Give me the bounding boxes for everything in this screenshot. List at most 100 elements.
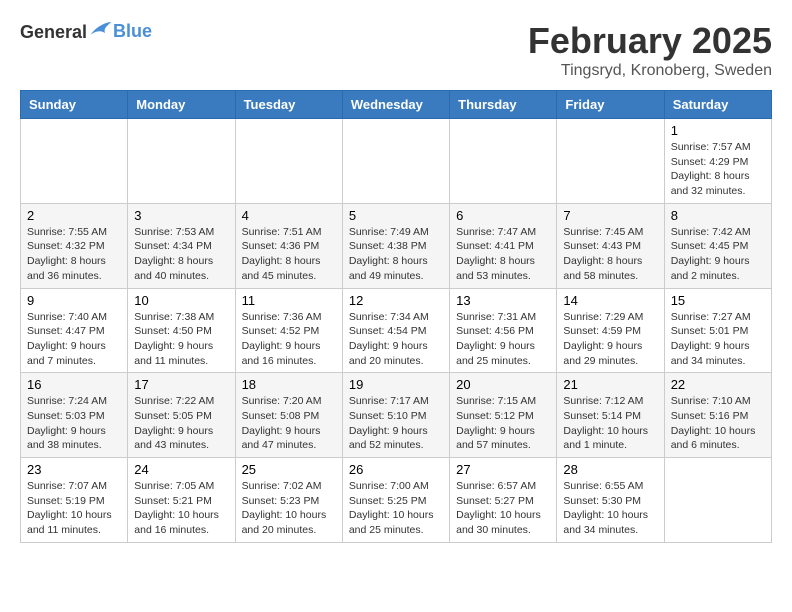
day-info: Sunrise: 7:02 AM Sunset: 5:23 PM Dayligh…	[242, 479, 336, 538]
day-cell: 10 Sunrise: 7:38 AM Sunset: 4:50 PM Dayli…	[128, 288, 235, 373]
day-number: 25	[242, 462, 336, 477]
logo-text: General	[20, 20, 113, 43]
week-row-4: 23 Sunrise: 7:07 AM Sunset: 5:19 PM Dayli…	[21, 458, 772, 543]
day-info: Sunrise: 7:27 AM Sunset: 5:01 PM Dayligh…	[671, 310, 765, 369]
day-cell	[21, 119, 128, 204]
week-row-1: 2 Sunrise: 7:55 AM Sunset: 4:32 PM Daylig…	[21, 203, 772, 288]
day-number: 26	[349, 462, 443, 477]
week-row-3: 16Sunrise: 7:24 AM Sunset: 5:03 PM Dayli…	[21, 373, 772, 458]
day-number: 4	[242, 208, 336, 223]
day-number: 19	[349, 377, 443, 392]
day-number: 14	[563, 293, 657, 308]
logo: General Blue	[20, 20, 152, 43]
day-cell	[664, 458, 771, 543]
day-info: Sunrise: 7:42 AM Sunset: 4:45 PM Dayligh…	[671, 225, 765, 284]
day-cell: 23 Sunrise: 7:07 AM Sunset: 5:19 PM Dayli…	[21, 458, 128, 543]
day-info: Sunrise: 7:12 AM Sunset: 5:14 PM Dayligh…	[563, 394, 657, 453]
day-info: Sunrise: 7:00 AM Sunset: 5:25 PM Dayligh…	[349, 479, 443, 538]
day-number: 1	[671, 123, 765, 138]
header-wednesday: Wednesday	[342, 91, 449, 119]
day-number: 20	[456, 377, 550, 392]
day-info: Sunrise: 7:55 AM Sunset: 4:32 PM Dayligh…	[27, 225, 121, 284]
day-number: 7	[563, 208, 657, 223]
day-number: 9	[27, 293, 121, 308]
day-info: Sunrise: 7:07 AM Sunset: 5:19 PM Dayligh…	[27, 479, 121, 538]
day-cell: 27 Sunrise: 6:57 AM Sunset: 5:27 PM Dayli…	[450, 458, 557, 543]
day-cell	[128, 119, 235, 204]
day-cell: 18 Sunrise: 7:20 AM Sunset: 5:08 PM Dayli…	[235, 373, 342, 458]
day-cell: 14 Sunrise: 7:29 AM Sunset: 4:59 PM Dayli…	[557, 288, 664, 373]
day-number: 5	[349, 208, 443, 223]
day-number: 28	[563, 462, 657, 477]
day-info: Sunrise: 7:34 AM Sunset: 4:54 PM Dayligh…	[349, 310, 443, 369]
header-tuesday: Tuesday	[235, 91, 342, 119]
header-monday: Monday	[128, 91, 235, 119]
day-number: 10	[134, 293, 228, 308]
day-info: Sunrise: 7:22 AM Sunset: 5:05 PM Dayligh…	[134, 394, 228, 453]
day-info: Sunrise: 7:38 AM Sunset: 4:50 PM Dayligh…	[134, 310, 228, 369]
day-cell	[342, 119, 449, 204]
day-number: 12	[349, 293, 443, 308]
logo-general: General	[20, 22, 87, 42]
day-number: 13	[456, 293, 550, 308]
header-saturday: Saturday	[664, 91, 771, 119]
day-cell: 28 Sunrise: 6:55 AM Sunset: 5:30 PM Dayli…	[557, 458, 664, 543]
day-number: 22	[671, 377, 765, 392]
day-info: Sunrise: 7:53 AM Sunset: 4:34 PM Dayligh…	[134, 225, 228, 284]
day-cell: 16Sunrise: 7:24 AM Sunset: 5:03 PM Dayli…	[21, 373, 128, 458]
calendar-table: SundayMondayTuesdayWednesdayThursdayFrid…	[20, 90, 772, 543]
day-cell: 15 Sunrise: 7:27 AM Sunset: 5:01 PM Dayli…	[664, 288, 771, 373]
day-info: Sunrise: 7:05 AM Sunset: 5:21 PM Dayligh…	[134, 479, 228, 538]
day-info: Sunrise: 6:55 AM Sunset: 5:30 PM Dayligh…	[563, 479, 657, 538]
header-friday: Friday	[557, 91, 664, 119]
day-number: 15	[671, 293, 765, 308]
day-cell: 6 Sunrise: 7:47 AM Sunset: 4:41 PM Daylig…	[450, 203, 557, 288]
day-number: 21	[563, 377, 657, 392]
day-info: Sunrise: 7:47 AM Sunset: 4:41 PM Dayligh…	[456, 225, 550, 284]
day-cell: 19 Sunrise: 7:17 AM Sunset: 5:10 PM Dayli…	[342, 373, 449, 458]
header-thursday: Thursday	[450, 91, 557, 119]
day-cell: 1Sunrise: 7:57 AM Sunset: 4:29 PM Daylig…	[664, 119, 771, 204]
day-number: 3	[134, 208, 228, 223]
day-cell: 22 Sunrise: 7:10 AM Sunset: 5:16 PM Dayli…	[664, 373, 771, 458]
day-number: 17	[134, 377, 228, 392]
day-cell: 7 Sunrise: 7:45 AM Sunset: 4:43 PM Daylig…	[557, 203, 664, 288]
title-section: February 2025 Tingsryd, Kronoberg, Swede…	[528, 20, 772, 80]
day-info: Sunrise: 7:45 AM Sunset: 4:43 PM Dayligh…	[563, 225, 657, 284]
day-number: 24	[134, 462, 228, 477]
day-number: 11	[242, 293, 336, 308]
day-number: 16	[27, 377, 121, 392]
day-info: Sunrise: 7:10 AM Sunset: 5:16 PM Dayligh…	[671, 394, 765, 453]
day-cell: 24 Sunrise: 7:05 AM Sunset: 5:21 PM Dayli…	[128, 458, 235, 543]
day-info: Sunrise: 7:49 AM Sunset: 4:38 PM Dayligh…	[349, 225, 443, 284]
location-title: Tingsryd, Kronoberg, Sweden	[528, 62, 772, 80]
day-cell: 20Sunrise: 7:15 AM Sunset: 5:12 PM Dayli…	[450, 373, 557, 458]
day-cell: 9 Sunrise: 7:40 AM Sunset: 4:47 PM Daylig…	[21, 288, 128, 373]
day-number: 18	[242, 377, 336, 392]
day-cell	[450, 119, 557, 204]
day-info: Sunrise: 7:29 AM Sunset: 4:59 PM Dayligh…	[563, 310, 657, 369]
day-info: Sunrise: 7:40 AM Sunset: 4:47 PM Dayligh…	[27, 310, 121, 369]
day-number: 23	[27, 462, 121, 477]
day-number: 6	[456, 208, 550, 223]
header-sunday: Sunday	[21, 91, 128, 119]
day-cell: 12 Sunrise: 7:34 AM Sunset: 4:54 PM Dayli…	[342, 288, 449, 373]
day-number: 27	[456, 462, 550, 477]
day-info: Sunrise: 7:31 AM Sunset: 4:56 PM Dayligh…	[456, 310, 550, 369]
day-info: Sunrise: 7:51 AM Sunset: 4:36 PM Dayligh…	[242, 225, 336, 284]
week-row-2: 9 Sunrise: 7:40 AM Sunset: 4:47 PM Daylig…	[21, 288, 772, 373]
logo-bird-icon	[89, 20, 113, 38]
day-cell: 25 Sunrise: 7:02 AM Sunset: 5:23 PM Dayli…	[235, 458, 342, 543]
day-cell: 4 Sunrise: 7:51 AM Sunset: 4:36 PM Daylig…	[235, 203, 342, 288]
page-header: General Blue February 2025 Tingsryd, Kro…	[20, 20, 772, 80]
week-row-0: 1Sunrise: 7:57 AM Sunset: 4:29 PM Daylig…	[21, 119, 772, 204]
day-cell: 17 Sunrise: 7:22 AM Sunset: 5:05 PM Dayli…	[128, 373, 235, 458]
day-cell: 8Sunrise: 7:42 AM Sunset: 4:45 PM Daylig…	[664, 203, 771, 288]
day-cell	[557, 119, 664, 204]
day-number: 2	[27, 208, 121, 223]
day-info: Sunrise: 6:57 AM Sunset: 5:27 PM Dayligh…	[456, 479, 550, 538]
day-info: Sunrise: 7:20 AM Sunset: 5:08 PM Dayligh…	[242, 394, 336, 453]
logo-blue: Blue	[113, 21, 152, 42]
day-info: Sunrise: 7:17 AM Sunset: 5:10 PM Dayligh…	[349, 394, 443, 453]
calendar-header-row: SundayMondayTuesdayWednesdayThursdayFrid…	[21, 91, 772, 119]
